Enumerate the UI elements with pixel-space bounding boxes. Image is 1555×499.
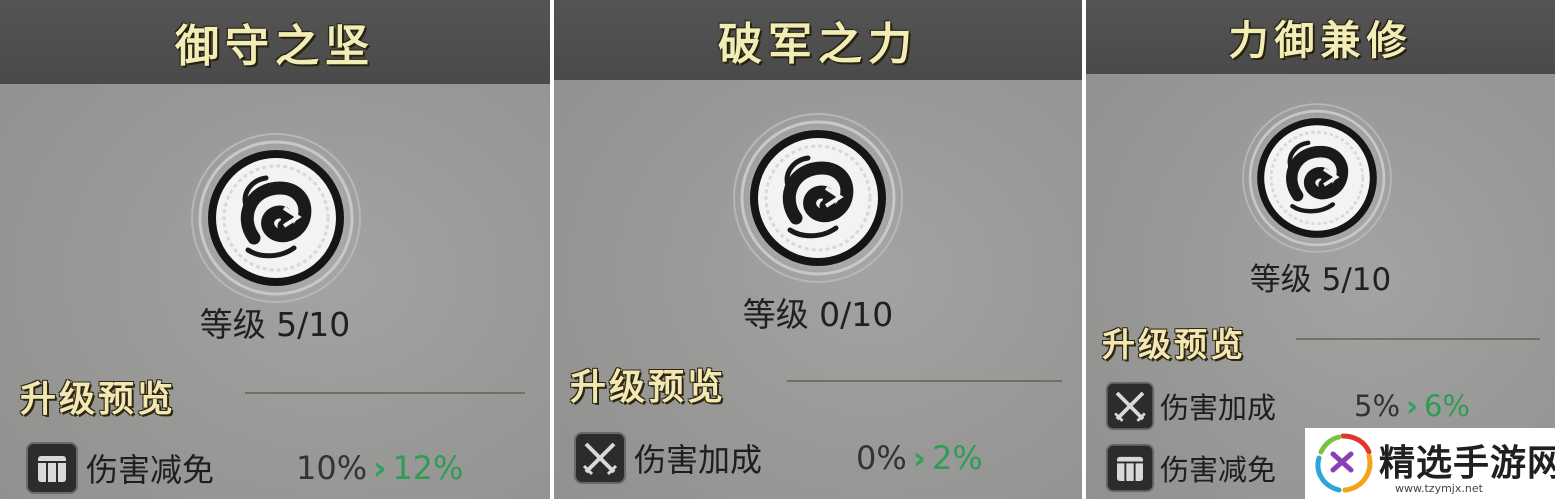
stat-row: 伤害加成 5% › 6% bbox=[1104, 380, 1544, 432]
stat-row: 伤害加成 0% › 2% bbox=[572, 430, 1072, 486]
card-title-bar: 力御兼修 bbox=[1086, 0, 1555, 74]
level-label: 等级 5/10 bbox=[1249, 262, 1392, 298]
card-title: 力御兼修 bbox=[1228, 17, 1413, 64]
stat-current: 0% bbox=[856, 439, 907, 477]
shield-icon bbox=[26, 442, 78, 494]
upgrade-preview-title: 升级预览 bbox=[570, 366, 727, 408]
stat-label: 伤害减免 bbox=[1160, 453, 1277, 487]
shield-icon bbox=[1105, 443, 1155, 493]
section-divider bbox=[787, 380, 1062, 382]
level-label: 等级 5/10 bbox=[199, 305, 351, 344]
section-divider bbox=[245, 392, 525, 394]
crossed-swords-icon bbox=[573, 431, 627, 485]
crossed-swords-icon bbox=[1104, 380, 1156, 432]
stat-value: 10% › 12% bbox=[296, 449, 463, 487]
card-title-bar: 御守之坚 bbox=[0, 0, 550, 84]
site-logo-icon bbox=[1315, 433, 1373, 493]
stat-value: 0% › 2% bbox=[856, 439, 983, 477]
talent-card-3[interactable]: 力御兼修 等级 5/10 升级预览 伤害加成 5% › 6% 伤害减免 bbox=[1086, 0, 1555, 499]
stat-label: 伤害减免 bbox=[86, 451, 215, 489]
card-title: 破军之力 bbox=[718, 19, 918, 70]
card-title-bar: 破军之力 bbox=[554, 0, 1082, 80]
card-title: 御守之坚 bbox=[175, 21, 375, 72]
stat-current: 5% bbox=[1354, 389, 1401, 423]
stat-value: 5% › 6% bbox=[1354, 389, 1470, 423]
swirl-emblem-icon[interactable] bbox=[1229, 90, 1405, 266]
watermark-url: www.tzymjx.net bbox=[1395, 482, 1483, 495]
stat-row: 伤害减免 10% › 12% bbox=[24, 440, 524, 496]
stat-next: 6% bbox=[1423, 389, 1470, 423]
swirl-emblem-icon[interactable] bbox=[176, 118, 376, 318]
site-watermark: 精选手游网 www.tzymjx.net bbox=[1305, 428, 1555, 499]
stat-current: 10% bbox=[296, 449, 368, 487]
level-label: 等级 0/10 bbox=[742, 295, 894, 334]
upgrade-preview-title: 升级预览 bbox=[20, 378, 177, 420]
talent-card-1[interactable]: 御守之坚 等级 5/10 升级预览 伤害减免 10% › 12% bbox=[0, 0, 550, 499]
section-divider bbox=[1296, 338, 1540, 340]
watermark-text: 精选手游网 bbox=[1379, 443, 1555, 484]
stat-label: 伤害加成 bbox=[634, 441, 763, 479]
swirl-emblem-icon[interactable] bbox=[718, 98, 918, 298]
stat-next: 12% bbox=[392, 449, 464, 487]
stat-label: 伤害加成 bbox=[1160, 391, 1277, 425]
upgrade-preview-title: 升级预览 bbox=[1102, 325, 1246, 364]
stat-next: 2% bbox=[931, 439, 983, 477]
increase-arrow-icon: › bbox=[912, 439, 926, 477]
talent-card-2[interactable]: 破军之力 等级 0/10 升级预览 伤害加成 0% › 2% bbox=[554, 0, 1082, 499]
increase-arrow-icon: › bbox=[373, 449, 387, 487]
increase-arrow-icon: › bbox=[1406, 389, 1418, 423]
